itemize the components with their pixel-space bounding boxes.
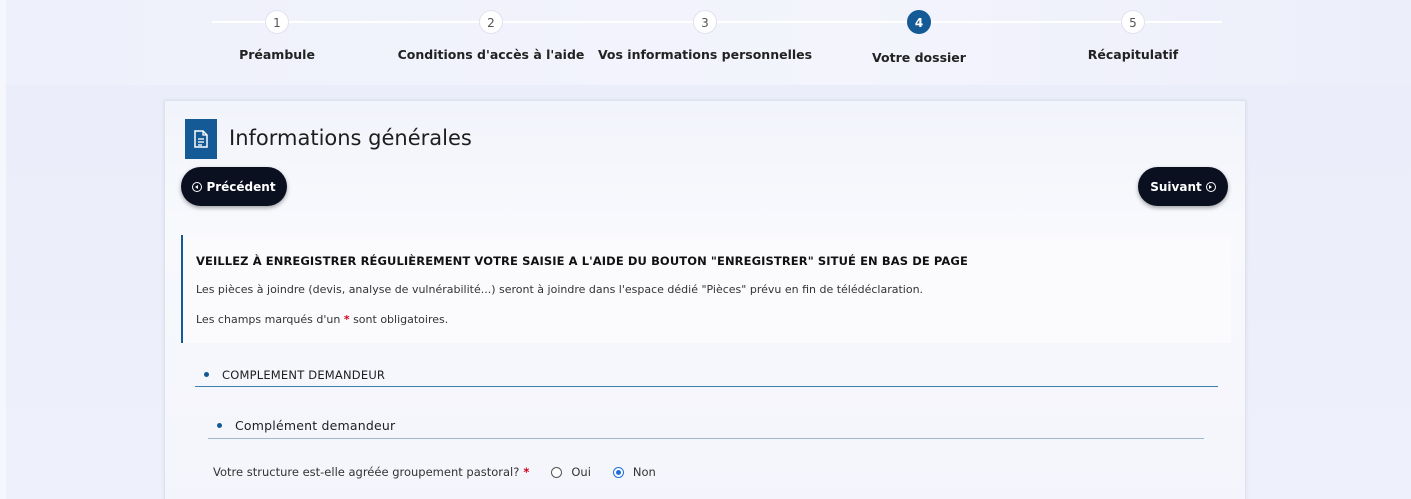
step-number-active: 4 <box>907 10 931 34</box>
notice-attachments-text: Les pièces à joindre (devis, analyse de … <box>196 283 924 296</box>
subsection-title: Complément demandeur <box>235 417 396 433</box>
previous-button-label: Précédent <box>206 179 276 194</box>
required-suffix: sont obligatoires. <box>353 313 449 326</box>
step-number: 3 <box>693 10 717 34</box>
notice-box: VEILLEZ À ENREGISTRER RÉGULIÈREMENT VOTR… <box>181 235 1231 343</box>
radio-option-oui[interactable]: Oui <box>551 465 591 479</box>
step-recapitulatif[interactable]: 5 Récapitulatif <box>1023 10 1243 62</box>
radio-oui[interactable] <box>551 466 563 478</box>
form-card: Informations générales Précédent Suivant… <box>164 100 1246 499</box>
section-title: COMPLEMENT DEMANDEUR <box>222 367 386 382</box>
subsection-header-complement[interactable]: Complément demandeur <box>208 412 1204 439</box>
step-number: 1 <box>265 10 289 34</box>
step-label: Récapitulatif <box>1087 47 1179 62</box>
notice-required-text: Les champs marqués d'un * sont obligatoi… <box>196 313 448 326</box>
step-label: Votre dossier <box>872 50 966 65</box>
bullet-icon <box>204 372 209 377</box>
step-label: Préambule <box>239 47 315 62</box>
step-number: 5 <box>1121 10 1145 34</box>
step-label: Conditions d'accès à l'aide <box>397 47 585 62</box>
next-button-label: Suivant <box>1150 179 1202 194</box>
document-icon <box>185 119 217 159</box>
radio-non[interactable] <box>612 466 624 478</box>
next-button[interactable]: Suivant <box>1138 167 1228 206</box>
question-label: Votre structure est-elle agréée groupeme… <box>213 465 520 479</box>
step-conditions[interactable]: 2 Conditions d'accès à l'aide <box>381 10 601 62</box>
step-informations-personnelles[interactable]: 3 Vos informations personnelles <box>595 10 815 62</box>
radio-oui-label: Oui <box>571 465 591 479</box>
step-number: 2 <box>479 10 503 34</box>
section-header-complement[interactable]: COMPLEMENT DEMANDEUR <box>195 363 1218 387</box>
notice-title: VEILLEZ À ENREGISTRER RÉGULIÈREMENT VOTR… <box>196 254 968 268</box>
required-star: * <box>343 313 350 326</box>
bullet-icon <box>217 422 222 428</box>
page-title: Informations générales <box>229 126 472 150</box>
required-star: * <box>523 465 530 479</box>
radio-non-label: Non <box>632 465 656 479</box>
step-preambule[interactable]: 1 Préambule <box>167 10 387 62</box>
arrow-left-circle-icon <box>192 181 203 192</box>
previous-button[interactable]: Précédent <box>181 167 287 206</box>
radio-option-non[interactable]: Non <box>612 465 656 479</box>
arrow-right-circle-icon <box>1205 181 1216 192</box>
step-votre-dossier[interactable]: 4 Votre dossier <box>809 10 1029 65</box>
step-label: Vos informations personnelles <box>597 47 813 62</box>
required-prefix: Les champs marqués d'un <box>196 313 341 326</box>
question-groupement-pastoral: Votre structure est-elle agréée groupeme… <box>213 465 656 479</box>
